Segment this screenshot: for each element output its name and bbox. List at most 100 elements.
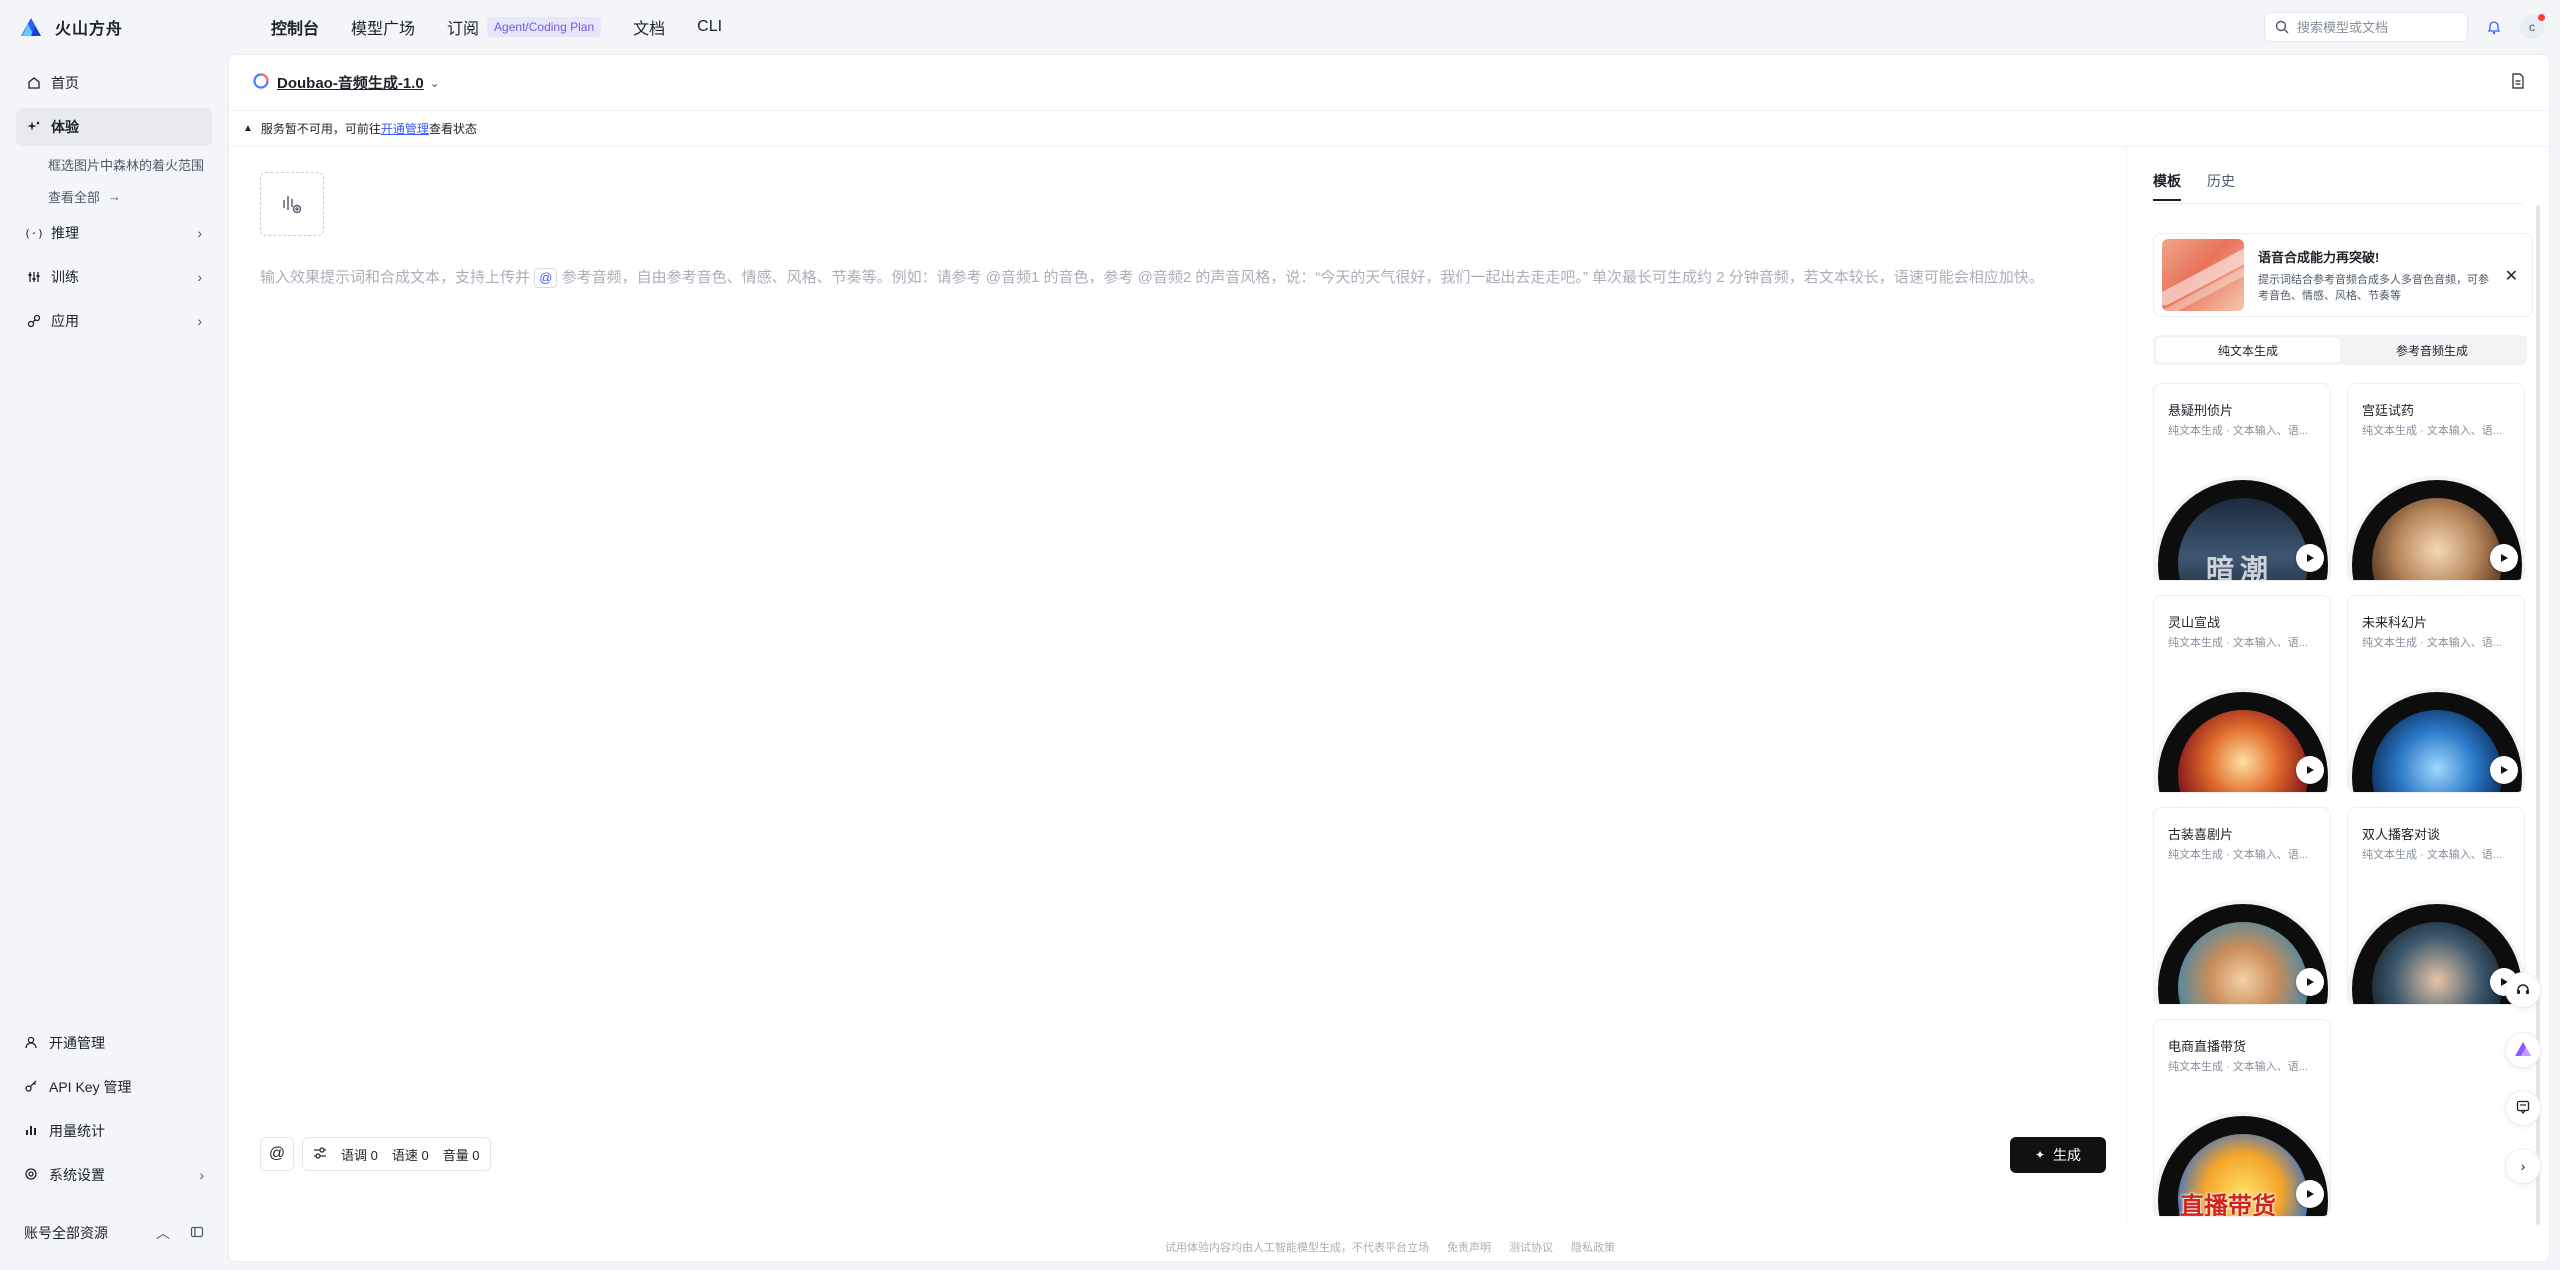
- chevron-down-icon[interactable]: ⌄: [430, 76, 440, 90]
- sidebar-item-label: 应用: [51, 313, 79, 329]
- card-subtitle: 纯文本生成 · 文本输入、语...: [2168, 425, 2308, 437]
- collapse-sidebar-icon[interactable]: [190, 1225, 204, 1242]
- chevron-up-icon[interactable]: ︿: [156, 1223, 170, 1243]
- recent-experience-link[interactable]: 框选图片中森林的着火范围: [48, 155, 204, 174]
- template-card[interactable]: 古装喜剧片 纯文本生成 · 文本输入、语...: [2153, 807, 2331, 1005]
- promo-title: 语音合成能力再突破!: [2258, 249, 2380, 265]
- promo-banner[interactable]: 语音合成能力再突破! 提示词结合参考音频合成多人多音色音频，可参考音色、情感、风…: [2153, 233, 2533, 317]
- insert-reference-button[interactable]: @: [260, 1137, 294, 1171]
- sidebar-item-label: 推理: [51, 225, 79, 241]
- account-resources-label: 账号全部资源: [24, 1225, 108, 1241]
- template-card[interactable]: 双人播客对谈 纯文本生成 · 文本输入、语...: [2347, 807, 2525, 1005]
- template-card[interactable]: 悬疑刑侦片 纯文本生成 · 文本输入、语... 暗潮: [2153, 383, 2331, 581]
- view-all-link[interactable]: 查看全部 →: [48, 187, 121, 206]
- sidebar-item-training[interactable]: 训练 ›: [16, 258, 212, 296]
- document-icon[interactable]: [2511, 73, 2525, 92]
- play-icon[interactable]: [2296, 756, 2324, 784]
- sliders-icon: [26, 269, 42, 285]
- tab-templates[interactable]: 模板: [2153, 171, 2181, 201]
- footer-link-disclaimer[interactable]: 免责声明: [1447, 1239, 1491, 1255]
- card-subtitle: 纯文本生成 · 文本输入、语...: [2362, 637, 2502, 649]
- speed-value: 语速 0: [391, 1147, 429, 1163]
- tab-history[interactable]: 历史: [2207, 171, 2235, 201]
- doubao-logo-icon: [253, 73, 269, 92]
- audio-upload-button[interactable]: [260, 172, 324, 236]
- sidebar-item-apps[interactable]: 应用 ›: [16, 302, 212, 340]
- nav-cli[interactable]: CLI: [697, 18, 722, 36]
- nav-console[interactable]: 控制台: [271, 15, 319, 39]
- search-input[interactable]: [2297, 19, 2457, 35]
- card-subtitle: 纯文本生成 · 文本输入、语...: [2168, 637, 2308, 649]
- panel-tabs: 模板 历史: [2153, 171, 2235, 201]
- generate-label: 生成: [2053, 1147, 2082, 1163]
- warning-icon: ▲: [243, 123, 253, 134]
- nav-subscription[interactable]: 订阅 Agent/Coding Plan: [447, 15, 602, 39]
- prompt-editor: 输入效果提示词和合成文本，支持上传并 @ 参考音频，自由参考音色、情感、风格、节…: [229, 147, 2126, 1227]
- sidebar-item-activation[interactable]: 开通管理: [24, 1028, 204, 1058]
- sidebar-item-inference[interactable]: (·) 推理 ›: [16, 214, 212, 252]
- footer-link-privacy[interactable]: 隐私政策: [1571, 1239, 1615, 1255]
- arrow-right-icon: →: [108, 189, 122, 204]
- expand-button[interactable]: ›: [2505, 1148, 2541, 1184]
- panel-scrollbar[interactable]: [2536, 205, 2540, 1225]
- play-icon[interactable]: [2490, 544, 2518, 572]
- sidebar-item-experience[interactable]: 体验: [16, 108, 212, 146]
- prompt-placeholder-2: 参考音频，自由参考音色、情感、风格、节奏等。例如：请参考 @音频1 的音色，参考…: [561, 269, 2044, 286]
- play-icon[interactable]: [2296, 1180, 2324, 1208]
- cover-art: [2178, 710, 2308, 792]
- nav-docs[interactable]: 文档: [633, 15, 665, 39]
- sidebar-item-usage[interactable]: 用量统计: [24, 1116, 204, 1146]
- nav-model-square[interactable]: 模型广场: [351, 15, 415, 39]
- at-icon: @: [268, 1145, 286, 1162]
- mode-text-only[interactable]: 纯文本生成: [2156, 338, 2340, 362]
- notification-icon[interactable]: [2482, 15, 2506, 39]
- generate-button[interactable]: ✦ 生成: [2010, 1137, 2106, 1173]
- code-icon: (·): [24, 226, 44, 240]
- play-icon[interactable]: [2490, 756, 2518, 784]
- prompt-input[interactable]: 输入效果提示词和合成文本，支持上传并 @ 参考音频，自由参考音色、情感、风格、节…: [260, 265, 2086, 291]
- footer-link-test-agreement[interactable]: 测试协议: [1509, 1239, 1553, 1255]
- template-card[interactable]: 电商直播带货 纯文本生成 · 文本输入、语... 直播带货: [2153, 1019, 2331, 1217]
- logo[interactable]: 火山方舟: [20, 15, 250, 39]
- assistant-button[interactable]: [2505, 1032, 2541, 1068]
- key-icon: [24, 1079, 40, 1096]
- notice-suffix: 查看状态: [428, 122, 477, 136]
- voice-params-button[interactable]: 语调 0 语速 0 音量 0: [302, 1137, 491, 1171]
- search-box[interactable]: [2264, 12, 2468, 42]
- feedback-button[interactable]: [2505, 1090, 2541, 1126]
- audio-upload-icon: [283, 196, 302, 214]
- play-icon[interactable]: [2296, 544, 2324, 572]
- volcano-logo-icon: [21, 18, 41, 36]
- sidebar: 首页 体验 框选图片中森林的着火范围 查看全部 → (·) 推理 › 训练 › …: [0, 54, 228, 1270]
- template-card[interactable]: 灵山宣战 纯文本生成 · 文本输入、语...: [2153, 595, 2331, 793]
- notice-prefix: 服务暂不可用，可前往: [260, 122, 381, 136]
- close-icon[interactable]: ✕: [2505, 266, 2518, 286]
- template-card[interactable]: 未来科幻片 纯文本生成 · 文本输入、语...: [2347, 595, 2525, 793]
- user-avatar[interactable]: c: [2520, 14, 2545, 39]
- at-reference-chip: @: [534, 268, 558, 288]
- play-icon[interactable]: [2296, 968, 2324, 996]
- template-card[interactable]: 宫廷试药 纯文本生成 · 文本输入、语...: [2347, 383, 2525, 581]
- volume-value: 音量 0: [442, 1147, 480, 1163]
- card-subtitle: 纯文本生成 · 文本输入、语...: [2362, 425, 2502, 437]
- sidebar-item-label: 开通管理: [49, 1035, 105, 1051]
- tabs-divider: [2153, 203, 2523, 204]
- chevron-right-icon: ›: [199, 1167, 204, 1183]
- model-selector[interactable]: Doubao-音频生成-1.0: [277, 72, 424, 93]
- account-resources-row[interactable]: 账号全部资源 ︿: [24, 1218, 204, 1248]
- sidebar-item-home[interactable]: 首页: [16, 64, 212, 102]
- sidebar-item-label: 体验: [51, 119, 79, 135]
- adjust-icon: [313, 1146, 327, 1162]
- support-button[interactable]: [2505, 972, 2541, 1008]
- sidebar-item-api-key[interactable]: API Key 管理: [24, 1072, 204, 1102]
- notice-link[interactable]: 开通管理: [381, 120, 429, 137]
- sidebar-item-label: 系统设置: [49, 1167, 105, 1183]
- user-icon: [24, 1035, 40, 1052]
- top-bar: 火山方舟 控制台 模型广场 订阅 Agent/Coding Plan 文档 CLI…: [0, 0, 2560, 54]
- sidebar-item-settings[interactable]: 系统设置 ›: [24, 1160, 204, 1190]
- mode-segmented-control: 纯文本生成 参考音频生成: [2153, 335, 2527, 365]
- sidebar-item-label: 训练: [51, 269, 79, 285]
- card-title: 悬疑刑侦片: [2168, 403, 2234, 418]
- nav-subscription-label: 订阅: [447, 21, 480, 38]
- mode-reference-audio[interactable]: 参考音频生成: [2340, 338, 2524, 362]
